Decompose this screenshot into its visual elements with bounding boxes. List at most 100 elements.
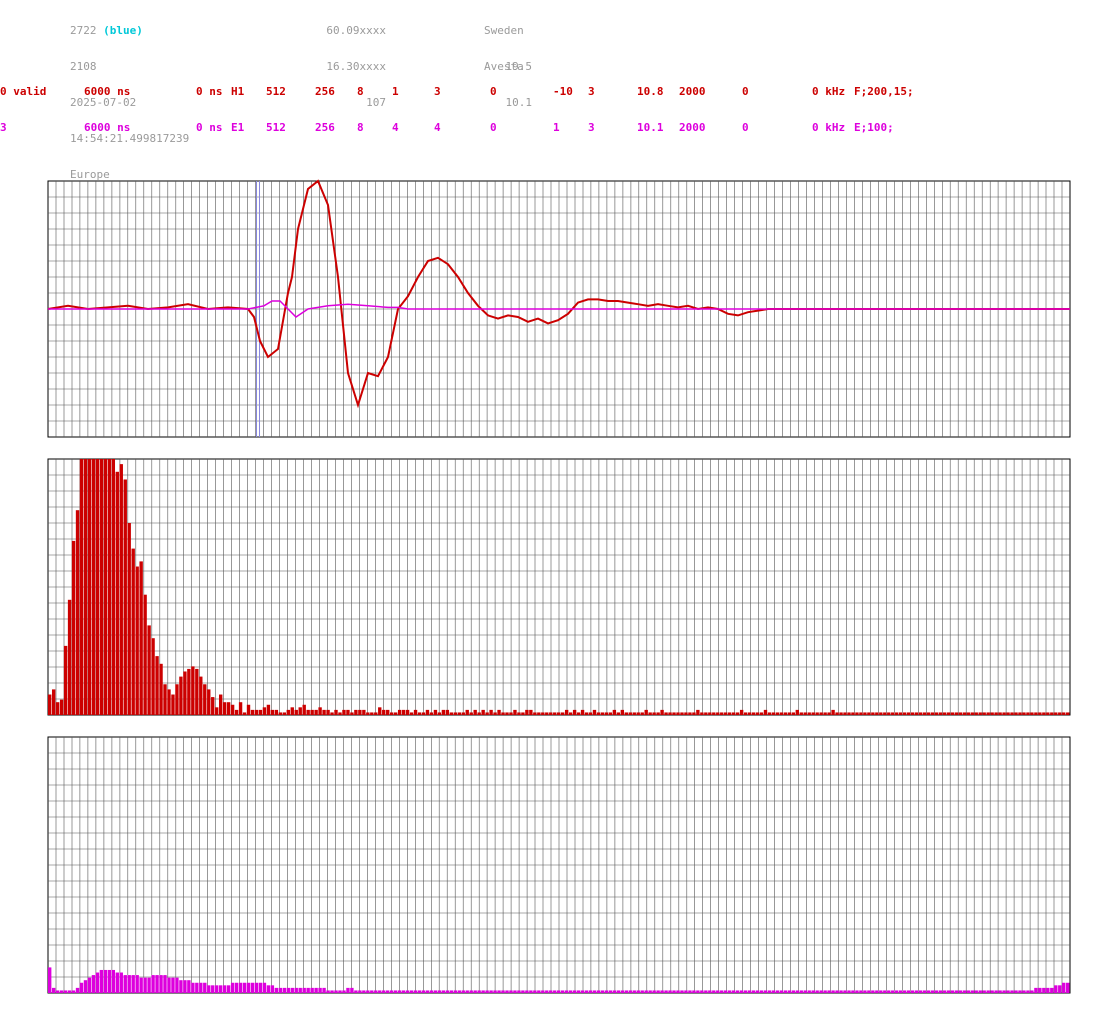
spectrum-bar	[1006, 712, 1010, 715]
spectrum-bar	[1034, 987, 1038, 993]
spectrum-bar	[636, 990, 640, 993]
spectrum-bar	[290, 707, 294, 715]
spectrum-bar	[350, 712, 354, 715]
spectrum-bar	[91, 975, 96, 993]
spectrum-bar	[226, 702, 231, 715]
spectrum-bar	[596, 712, 601, 715]
spectrum-bar	[266, 704, 271, 715]
spectrum-bar	[1042, 712, 1046, 715]
spectrum-bar	[827, 990, 831, 993]
spectrum-bar	[505, 712, 509, 715]
spectrum-bar	[564, 709, 569, 715]
spectrum-bar	[183, 980, 187, 993]
spectrum-bar	[433, 990, 438, 993]
spectrum-bar	[266, 985, 271, 993]
spectrum-bar	[203, 982, 207, 993]
spectrum-bar	[787, 990, 792, 993]
spectrum-bar	[79, 459, 84, 715]
spectrum-bar	[99, 969, 104, 993]
spectrum-bar	[815, 990, 819, 993]
spectrum-bar	[998, 990, 1002, 993]
spectrum-bar	[930, 712, 935, 715]
spectrum-bar	[302, 987, 306, 993]
spectrum-bar	[1006, 990, 1010, 993]
spectrum-bar	[895, 712, 899, 715]
spectrum-bar	[596, 990, 601, 993]
spectrum-bar	[545, 712, 549, 715]
spectrum-bar	[807, 712, 811, 715]
spectrum-bar	[151, 638, 155, 715]
spectrum-bar	[529, 709, 533, 715]
spectrum-bar	[441, 990, 446, 993]
spectrum-bar	[453, 712, 457, 715]
spectrum-bar	[747, 990, 752, 993]
spectrum-bar	[998, 712, 1002, 715]
spectrum-bar	[815, 712, 819, 715]
spectrum-bar	[282, 712, 286, 715]
spectrum-bar	[823, 990, 827, 993]
spectrum-bar	[326, 709, 330, 715]
spectrum-bar	[123, 479, 127, 715]
spectrum-bar	[644, 709, 648, 715]
spectrum-bar	[179, 676, 183, 715]
spectrum-bar	[191, 666, 195, 715]
spectrum-bar	[246, 704, 251, 715]
spectrum-bar	[1054, 712, 1058, 715]
spectrum-bar	[397, 990, 402, 993]
spectrum-bar	[767, 712, 772, 715]
spectrum-bar	[302, 704, 306, 715]
spectrum-bar	[990, 712, 994, 715]
spectrum-bar	[616, 990, 621, 993]
spectrum-bar	[803, 990, 807, 993]
spectrum-bar	[163, 684, 167, 715]
spectrum-bar	[485, 712, 489, 715]
spectrum-bar	[807, 990, 811, 993]
spectrum-bar	[374, 990, 378, 993]
spectrum-bar	[258, 982, 263, 993]
spectrum-bar	[171, 694, 175, 715]
spectrum-bar	[668, 712, 672, 715]
spectrum-bar	[481, 990, 485, 993]
spectrum-bar	[867, 990, 871, 993]
spectrum-bar	[652, 990, 656, 993]
spectrum-bar	[322, 987, 326, 993]
spectrum-bar	[692, 990, 696, 993]
spectrum-bar	[342, 709, 346, 715]
spectrum-bar	[346, 709, 350, 715]
spectrum-bar	[811, 712, 815, 715]
spectrum-bar	[477, 712, 481, 715]
spectrum-bar	[107, 459, 112, 715]
spectrum-bar	[203, 684, 207, 715]
spectrum-bar	[358, 709, 362, 715]
spectrum-bar	[767, 990, 772, 993]
spectrum-bar	[405, 990, 410, 993]
spectrum-bar	[290, 987, 294, 993]
spectrum-bar	[270, 709, 275, 715]
spectrum-bar	[708, 712, 712, 715]
spectrum-bar	[863, 712, 867, 715]
spectrum-bar	[942, 990, 947, 993]
spectrum-bar	[370, 712, 374, 715]
chart-canvas	[47, 179, 1071, 994]
spectrum-bar	[592, 709, 597, 715]
spectrum-bar	[926, 990, 931, 993]
spectrum-bar	[934, 712, 939, 715]
spectrum-bar	[891, 990, 895, 993]
spectrum-bar	[612, 709, 617, 715]
spectrum-bar	[473, 990, 477, 993]
spectrum-bar	[119, 464, 123, 715]
spectrum-bar	[803, 712, 807, 715]
spectrum-bar	[549, 990, 553, 993]
spectrum-bar	[449, 990, 454, 993]
spectrum-bar	[258, 709, 263, 715]
spectrum-bar	[978, 712, 982, 715]
spectrum-bar	[572, 990, 577, 993]
spectrum-bar	[282, 987, 286, 993]
spectrum-bar	[847, 712, 851, 715]
spectrum-bar	[537, 712, 541, 715]
spectrum-bar	[286, 709, 290, 715]
spectrum-bar	[250, 709, 255, 715]
spectrum-bar	[735, 990, 740, 993]
spectrum-bar	[704, 990, 708, 993]
spectrum-bar	[1022, 990, 1026, 993]
